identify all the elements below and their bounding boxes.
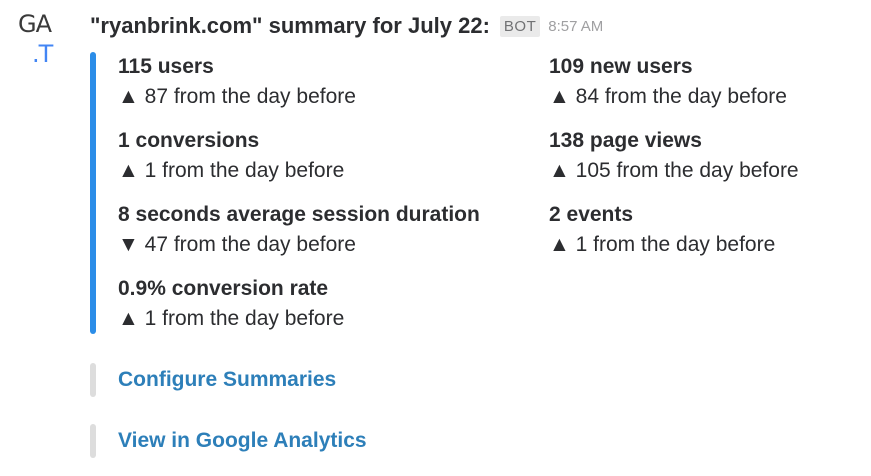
metric-delta: ▲ 1 from the day before: [118, 156, 558, 186]
metric-conversion-rate: 0.9% conversion rate ▲ 1 from the day be…: [118, 274, 558, 334]
metric-delta: ▼ 47 from the day before: [118, 230, 558, 260]
metric-users: 115 users ▲ 87 from the day before: [118, 52, 558, 112]
metric-title: 0.9% conversion rate: [118, 277, 329, 300]
arrow-up-icon: ▲: [118, 159, 139, 182]
arrow-up-icon: ▲: [549, 159, 570, 182]
view-in-google-analytics-link[interactable]: View in Google Analytics: [118, 426, 367, 456]
metric-delta: ▲ 105 from the day before: [549, 156, 871, 186]
bot-badge: BOT: [499, 15, 541, 37]
metric-delta-text: 87 from the day before: [144, 85, 356, 108]
summary-attachment: 115 users ▲ 87 from the day before 109 n…: [90, 52, 860, 334]
metric-title: 2 events: [549, 203, 634, 226]
metric-delta: ▲ 87 from the day before: [118, 82, 558, 112]
message-sender[interactable]: "ryanbrink.com" summary for July 22:: [90, 13, 490, 39]
metric-delta: ▲ 1 from the day before: [118, 304, 558, 334]
metric-title: 138 page views: [549, 129, 702, 152]
metric-delta-text: 1 from the day before: [144, 159, 345, 182]
message-timestamp[interactable]: 8:57 AM: [548, 18, 603, 35]
bot-avatar[interactable]: GA .T: [18, 10, 66, 68]
metric-new-users: 109 new users ▲ 84 from the day before: [549, 52, 871, 112]
metric-delta-text: 1 from the day before: [144, 307, 345, 330]
arrow-down-icon: ▼: [118, 233, 139, 256]
metric-events: 2 events ▲ 1 from the day before: [549, 200, 871, 260]
arrow-up-icon: ▲: [549, 233, 570, 256]
arrow-up-icon: ▲: [118, 307, 139, 330]
configure-summaries-link[interactable]: Configure Summaries: [118, 365, 336, 395]
metric-page-views: 138 page views ▲ 105 from the day before: [549, 126, 871, 186]
action-divider-bar: [90, 424, 96, 458]
metric-title: 1 conversions: [118, 129, 260, 152]
metric-delta: ▲ 84 from the day before: [549, 82, 871, 112]
metric-delta-text: 1 from the day before: [575, 233, 776, 256]
arrow-up-icon: ▲: [118, 85, 139, 108]
metric-delta: ▲ 1 from the day before: [549, 230, 871, 260]
action-divider-bar: [90, 363, 96, 397]
attachment-color-bar: [90, 52, 96, 334]
arrow-up-icon: ▲: [549, 85, 570, 108]
metric-session-duration: 8 seconds average session duration ▼ 47 …: [118, 200, 558, 260]
avatar-logo-text: GA: [18, 10, 52, 38]
message-header: "ryanbrink.com" summary for July 22: BOT…: [90, 10, 603, 42]
metric-conversions: 1 conversions ▲ 1 from the day before: [118, 126, 558, 186]
metric-delta-text: 84 from the day before: [575, 85, 787, 108]
avatar-logo-subtext: .T: [32, 40, 53, 68]
metric-delta-text: 105 from the day before: [575, 159, 799, 182]
metric-title: 109 new users: [549, 55, 693, 78]
metric-title: 115 users: [118, 55, 214, 78]
metric-delta-text: 47 from the day before: [144, 233, 356, 256]
metric-title: 8 seconds average session duration: [118, 203, 480, 226]
